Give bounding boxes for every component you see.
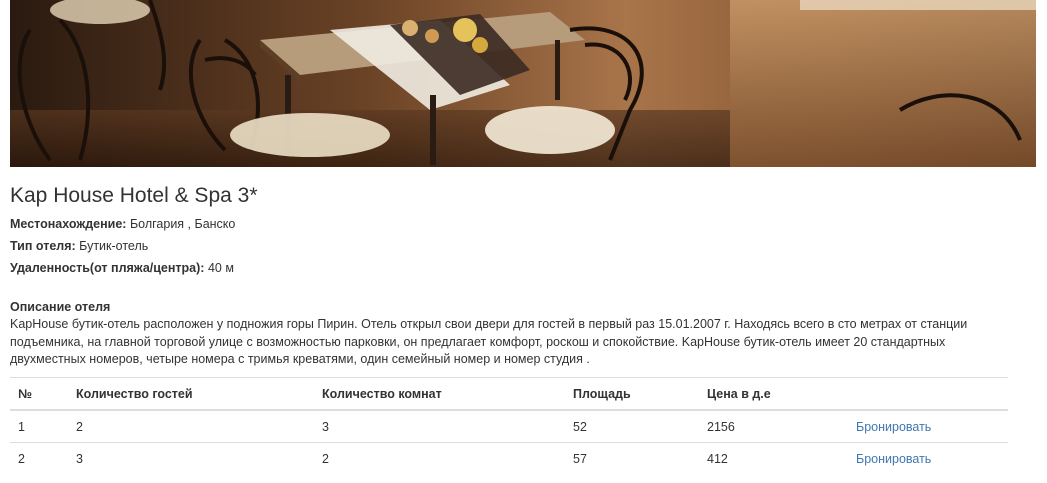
hotel-photo <box>10 0 1036 167</box>
hotel-type-label: Тип отеля: <box>10 239 76 253</box>
hotel-title: Kap House Hotel & Spa 3* <box>10 184 258 207</box>
header-price: Цена в д.е <box>699 377 848 411</box>
cell-guests: 3 <box>68 442 314 474</box>
distance-line: Удаленность(от пляжа/центра): 40 м <box>10 259 234 277</box>
location-value: Болгария , Банско <box>129 217 236 231</box>
description-text: KapHouse бутик-отель расположен у поднож… <box>10 317 968 366</box>
cell-num: 1 <box>10 409 68 443</box>
table-row: 2 3 2 57 412 Бронировать <box>10 442 1008 474</box>
hotel-type-line: Тип отеля: Бутик-отель <box>10 237 148 255</box>
book-button[interactable]: Бронировать <box>856 420 931 434</box>
header-num: № <box>10 377 68 411</box>
cell-rooms: 2 <box>314 442 565 474</box>
cell-action: Бронировать <box>848 409 1008 443</box>
cell-action: Бронировать <box>848 442 1008 474</box>
hotel-type-value: Бутик-отель <box>79 239 149 253</box>
distance-label: Удаленность(от пляжа/центра): <box>10 261 205 275</box>
location-label: Местонахождение: <box>10 217 127 231</box>
location-line: Местонахождение: Болгария , Банско <box>10 215 235 233</box>
header-action <box>848 377 1008 411</box>
cell-price: 412 <box>699 442 848 474</box>
distance-value: 40 м <box>207 261 234 275</box>
header-guests: Количество гостей <box>68 377 314 411</box>
cell-guests: 2 <box>68 409 314 443</box>
cell-price: 2156 <box>699 409 848 443</box>
book-button[interactable]: Бронировать <box>856 452 931 466</box>
cell-area: 52 <box>565 409 699 443</box>
table-row: 1 2 3 52 2156 Бронировать <box>10 409 1008 443</box>
table-header-row: № Количество гостей Количество комнат Пл… <box>10 377 1008 411</box>
rooms-table: № Количество гостей Количество комнат Пл… <box>10 377 1008 474</box>
header-rooms: Количество комнат <box>314 377 565 411</box>
description-heading: Описание отеля <box>10 300 111 314</box>
cell-num: 2 <box>10 442 68 474</box>
cell-area: 57 <box>565 442 699 474</box>
header-area: Площадь <box>565 377 699 411</box>
cell-rooms: 3 <box>314 409 565 443</box>
